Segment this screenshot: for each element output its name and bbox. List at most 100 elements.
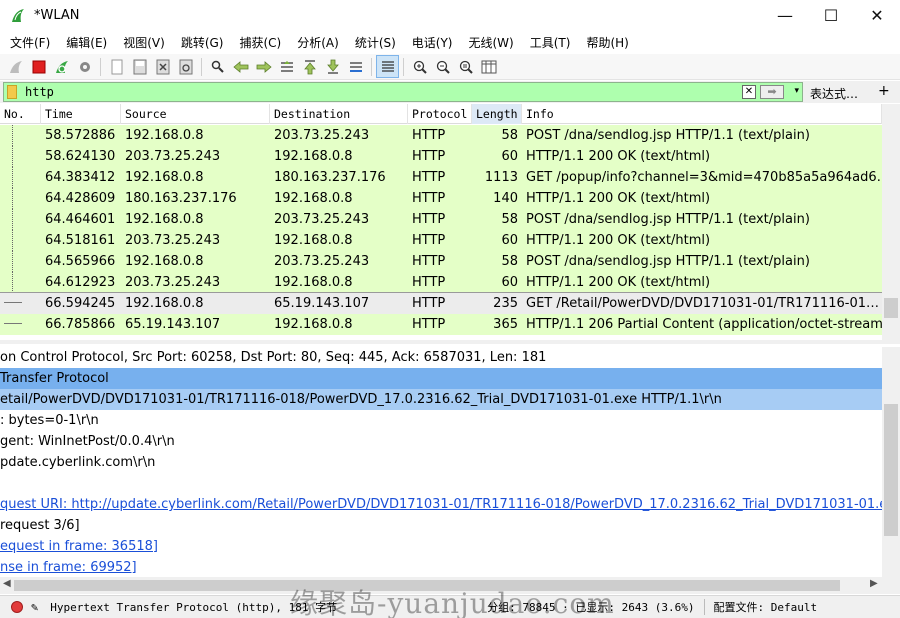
minimize-button[interactable]: — [762, 0, 808, 31]
column-header-destination[interactable]: Destination [270, 104, 408, 124]
close-button[interactable]: ✕ [854, 0, 900, 31]
detail-row-http[interactable]: Transfer Protocol [0, 368, 882, 389]
menu-help[interactable]: 帮助(H) [580, 34, 634, 51]
start-capture-button[interactable] [4, 55, 27, 78]
expression-button[interactable]: 表达式… [810, 85, 858, 102]
detail-row-request-index[interactable]: request 3/6] [0, 515, 882, 536]
resize-columns-button[interactable] [477, 55, 500, 78]
capture-options-button[interactable] [73, 55, 96, 78]
go-last-packet-button[interactable] [321, 55, 344, 78]
file-open-icon [111, 59, 122, 74]
packet-cell-no [0, 293, 41, 314]
status-bar: ✎ Hypertext Transfer Protocol (http), 18… [0, 595, 900, 618]
column-header-length[interactable]: Length [472, 104, 522, 124]
packet-cell-time: 64.383412 [45, 170, 116, 185]
pane-splitter[interactable] [0, 340, 882, 344]
column-header-protocol[interactable]: Protocol [408, 104, 472, 124]
edit-comment-icon[interactable]: ✎ [31, 600, 38, 614]
save-file-button[interactable] [128, 55, 151, 78]
packet-row[interactable]: 66.594245 192.168.0.8 65.19.143.107 HTTP 235… [0, 292, 883, 315]
display-filter-input[interactable]: http ✕ ➡ ▾ [3, 82, 803, 102]
packet-cell-len: 58 [501, 254, 518, 269]
arrow-right-icon [256, 60, 272, 73]
apply-filter-button[interactable]: ➡ [760, 85, 784, 99]
detail-row-user-agent[interactable]: gent: WinInetPost/0.0.4\r\n [0, 431, 882, 452]
status-protocol-info: Hypertext Transfer Protocol (http), 181 … [50, 601, 338, 614]
add-filter-button[interactable]: + [878, 83, 890, 99]
zoom-in-icon [413, 60, 427, 74]
go-back-button[interactable] [229, 55, 252, 78]
packet-details-hscrollbar[interactable]: ◀ ▶ [0, 577, 900, 594]
packet-cell-dst: 192.168.0.8 [274, 317, 353, 332]
packet-details-scrollbar[interactable] [882, 347, 900, 577]
menu-go[interactable]: 跳转(G) [175, 34, 230, 51]
packet-row[interactable]: 64.428609 180.163.237.176 192.168.0.8 HTTP 1… [0, 188, 882, 209]
scroll-left-icon[interactable]: ◀ [3, 578, 11, 589]
detail-row-request-line[interactable]: etail/PowerDVD/DVD171031-01/TR171116-018… [0, 389, 882, 410]
menu-telephony[interactable]: 电话(Y) [406, 34, 459, 51]
column-header-no[interactable]: No. [0, 104, 41, 124]
reload-file-button[interactable] [174, 55, 197, 78]
zoom-normal-button[interactable] [454, 55, 477, 78]
packet-row[interactable]: 66.785866 65.19.143.107 192.168.0.8 HTTP 365… [0, 314, 882, 335]
expert-info-icon[interactable] [11, 601, 23, 613]
packet-row[interactable]: 58.572886 192.168.0.8 203.73.25.243 HTTP 58 P… [0, 125, 882, 146]
auto-scroll-button[interactable] [344, 55, 367, 78]
go-to-packet-button[interactable] [275, 55, 298, 78]
menu-capture[interactable]: 捕获(C) [233, 34, 287, 51]
restart-capture-button[interactable] [50, 55, 73, 78]
packet-row[interactable]: 58.624130 203.73.25.243 192.168.0.8 HTTP 60 H… [0, 146, 882, 167]
menu-view[interactable]: 视图(V) [117, 34, 171, 51]
packet-cell-time: 58.572886 [45, 128, 116, 143]
column-header-source[interactable]: Source [121, 104, 270, 124]
packet-cell-no [0, 167, 41, 188]
stop-capture-button[interactable] [27, 55, 50, 78]
detail-row-host[interactable]: pdate.cyberlink.com\r\n [0, 452, 882, 473]
scroll-right-icon[interactable]: ▶ [870, 578, 878, 589]
menu-tools[interactable]: 工具(T) [524, 34, 577, 51]
menu-file[interactable]: 文件(F) [4, 34, 56, 51]
wireshark-window: *WLAN — ☐ ✕ 文件(F) 编辑(E) 视图(V) 跳转(G) 捕获(C… [0, 0, 900, 618]
packet-cell-time: 66.594245 [45, 296, 116, 311]
packet-row[interactable]: 64.565966 192.168.0.8 203.73.25.243 HTTP 58 P… [0, 251, 882, 272]
detail-row-response-link[interactable]: nse in frame: 69952] [0, 557, 882, 577]
packet-row[interactable]: 64.383412 192.168.0.8 180.163.237.176 HTTP 1… [0, 167, 882, 188]
packet-cell-time: 64.612923 [45, 275, 116, 290]
detail-row-full-uri[interactable]: quest URI: http://update.cyberlink.com/R… [0, 494, 882, 515]
status-profile[interactable]: 配置文件: Default [704, 599, 817, 615]
zoom-out-button[interactable] [431, 55, 454, 78]
menu-statistics[interactable]: 统计(S) [349, 34, 402, 51]
scrollbar-thumb[interactable] [884, 298, 898, 318]
detail-row-prev-request-link[interactable]: equest in frame: 36518] [0, 536, 882, 557]
filter-history-dropdown[interactable]: ▾ [794, 86, 799, 96]
filter-bookmark-icon[interactable] [7, 85, 17, 99]
column-header-time[interactable]: Time [41, 104, 121, 124]
packet-row[interactable]: 64.612923 203.73.25.243 192.168.0.8 HTTP 60 H… [0, 272, 882, 293]
packet-cell-no [0, 125, 41, 146]
packet-list-scrollbar[interactable] [882, 104, 900, 344]
zoom-in-button[interactable] [408, 55, 431, 78]
packet-row[interactable]: 64.518161 203.73.25.243 192.168.0.8 HTTP 60 H… [0, 230, 882, 251]
conversation-line-icon [12, 167, 13, 188]
scrollbar-thumb[interactable] [14, 580, 840, 591]
detail-row-range[interactable]: : bytes=0-1\r\n [0, 410, 882, 431]
scrollbar-thumb[interactable] [884, 404, 898, 536]
packet-row[interactable]: 64.464601 192.168.0.8 203.73.25.243 HTTP 58 P… [0, 209, 882, 230]
maximize-button[interactable]: ☐ [808, 0, 854, 31]
column-header-info[interactable]: Info [522, 104, 882, 124]
menu-wireless[interactable]: 无线(W) [463, 34, 520, 51]
colorize-button[interactable] [376, 55, 399, 78]
menu-analyze[interactable]: 分析(A) [291, 34, 345, 51]
colorize-lines-icon [381, 60, 394, 72]
go-forward-button[interactable] [252, 55, 275, 78]
auto-scroll-icon [349, 61, 362, 72]
resize-columns-icon [481, 60, 496, 73]
detail-row-tcp[interactable]: on Control Protocol, Src Port: 60258, Ds… [0, 347, 882, 368]
clear-filter-button[interactable]: ✕ [742, 85, 756, 99]
menu-edit[interactable]: 编辑(E) [60, 34, 113, 51]
filter-text: http [25, 85, 54, 99]
open-file-button[interactable] [105, 55, 128, 78]
go-first-packet-button[interactable] [298, 55, 321, 78]
close-file-button[interactable] [151, 55, 174, 78]
find-packet-button[interactable] [206, 55, 229, 78]
